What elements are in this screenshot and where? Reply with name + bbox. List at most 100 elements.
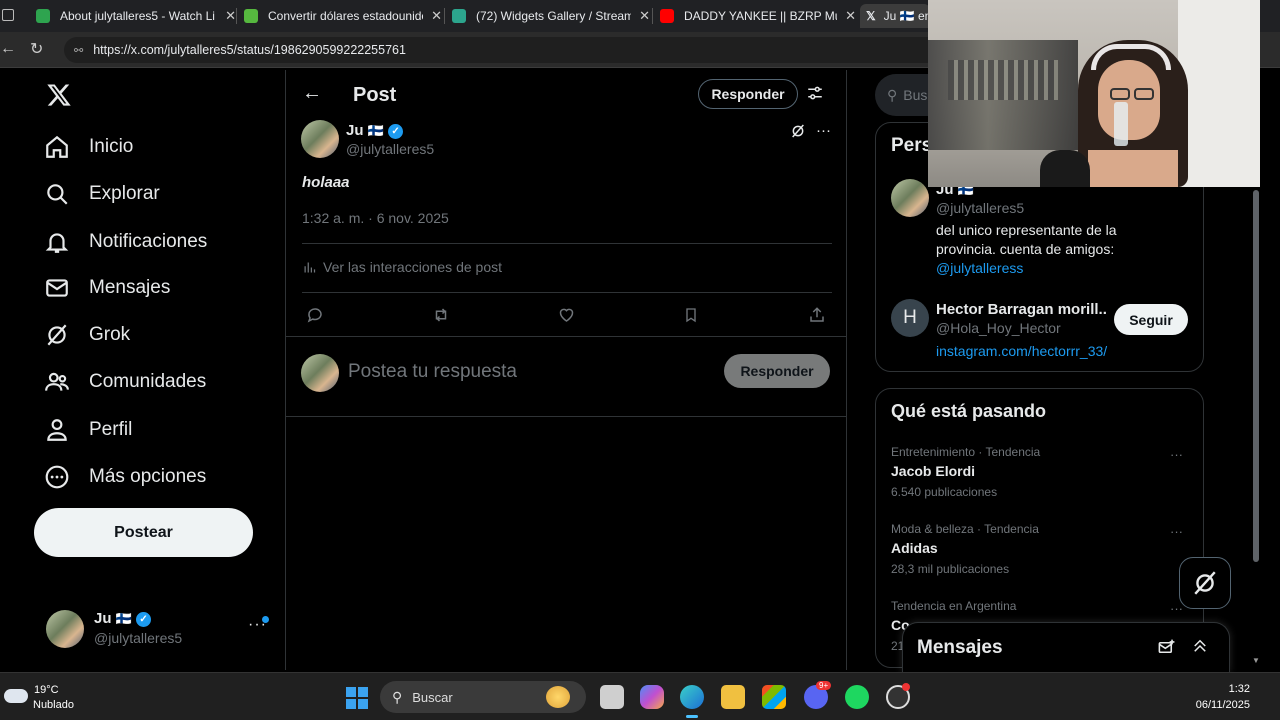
header-reply-button[interactable]: Responder [698, 79, 798, 109]
reload-icon[interactable]: ↻ [30, 39, 43, 59]
favicon-icon [452, 9, 466, 23]
nav-home[interactable]: Inicio [44, 127, 133, 167]
profile-handle[interactable]: @julytalleres5 [936, 200, 1024, 216]
browser-tab[interactable]: DADDY YANKEE || BZRP Music ✕ [660, 4, 856, 28]
author-name[interactable]: Ju [346, 122, 364, 139]
new-message-icon[interactable] [1157, 638, 1176, 662]
nav-profile[interactable]: Perfil [44, 410, 132, 450]
site-info-icon[interactable]: ⚯ [74, 44, 83, 57]
url-field[interactable]: ⚯ https://x.com/julytalleres5/status/198… [64, 37, 944, 63]
author-avatar[interactable] [301, 120, 339, 158]
reply-submit-button[interactable]: Responder [724, 354, 830, 388]
nav-label: Inicio [89, 136, 134, 157]
reply-input[interactable]: Postea tu respuesta [348, 361, 708, 383]
store-icon[interactable] [762, 685, 786, 709]
trend-topic: Adidas [891, 540, 938, 556]
more-icon[interactable]: ··· [816, 122, 831, 139]
discord-badge: 9+ [816, 681, 832, 690]
url-text: https://x.com/julytalleres5/status/19862… [93, 43, 406, 57]
scrollbar-thumb[interactable] [1253, 190, 1259, 562]
page-title: Post [353, 84, 397, 106]
nav-grok[interactable]: Grok [44, 315, 130, 355]
close-icon[interactable]: ✕ [431, 8, 442, 24]
suggestion-avatar[interactable]: H [891, 299, 929, 337]
close-icon[interactable]: ✕ [845, 8, 856, 24]
more-icon[interactable]: ··· [1170, 524, 1183, 539]
trend-count: 6.540 publicaciones [891, 485, 998, 499]
nav-label: Grok [89, 324, 131, 345]
tab-title: About julytalleres5 - Watch Li [60, 9, 215, 23]
post-button[interactable]: Postear [34, 508, 253, 557]
cloud-icon [4, 689, 28, 703]
back-icon[interactable]: ← [0, 40, 16, 58]
post-text: holaaa [302, 174, 350, 191]
back-arrow-icon[interactable]: ← [302, 82, 322, 105]
analytics-icon [304, 262, 316, 272]
bell-icon [45, 233, 69, 253]
messages-drawer[interactable]: Mensajes [902, 622, 1230, 672]
search-icon [47, 184, 68, 205]
nav-communities[interactable]: Comunidades [44, 362, 206, 402]
suggestion-name[interactable]: Hector Barragan morill... [936, 301, 1106, 318]
favicon-icon [244, 9, 258, 23]
suggestion-link[interactable]: instagram.com/hectorrr_33/ [936, 343, 1107, 359]
expand-icon[interactable] [1191, 637, 1209, 660]
more-icon[interactable]: ··· [1170, 447, 1183, 462]
spotify-icon[interactable] [845, 685, 869, 709]
nav-explore[interactable]: Explorar [44, 174, 160, 214]
taskbar-date[interactable]: 06/11/2025 [1180, 699, 1250, 711]
taskbar-search[interactable]: ⚲ Buscar [380, 681, 586, 713]
youtube-icon [660, 9, 674, 23]
nav-messages[interactable]: Mensajes [44, 268, 170, 308]
close-icon[interactable]: ✕ [639, 8, 650, 24]
reply-icon[interactable] [306, 306, 324, 329]
scrollbar-down-arrow[interactable]: ▼ [1252, 656, 1260, 665]
nav-more[interactable]: Más opciones [44, 457, 206, 497]
taskbar-time[interactable]: 1:32 [1210, 683, 1250, 695]
notification-dot [262, 616, 269, 623]
share-icon[interactable] [808, 306, 826, 329]
trend-count: 28,3 mil publicaciones [891, 562, 1010, 576]
avatar[interactable] [891, 179, 929, 217]
account-switcher[interactable]: Ju 🇫🇮 ✓ @julytalleres5 ··· [44, 608, 274, 652]
weather-widget[interactable]: 19°C Nublado [4, 681, 94, 713]
suggestion-handle[interactable]: @Hola_Hoy_Hector [936, 320, 1061, 336]
like-icon[interactable] [557, 306, 576, 329]
nav-label: Perfil [89, 419, 133, 440]
post-timestamp[interactable]: 1:32 a. m. · 6 nov. 2025 [302, 210, 449, 226]
nav-label: Más opciones [89, 466, 207, 487]
profile-bio-link[interactable]: @julytalleress [936, 260, 1023, 276]
windows-taskbar: 19°C Nublado ⚲ Buscar 9+ 1:32 06/11/2025 [0, 672, 1280, 720]
analytics-link[interactable]: Ver las interacciones de post [302, 259, 502, 275]
browser-tab[interactable]: About julytalleres5 - Watch Li ✕ [36, 4, 236, 28]
settings-sliders-icon[interactable] [806, 84, 824, 107]
author-handle[interactable]: @julytalleres5 [346, 141, 434, 157]
edge-icon[interactable] [680, 685, 704, 709]
home-icon [46, 135, 68, 158]
nav-notifications[interactable]: Notificaciones [44, 222, 207, 262]
tab-title: (72) Widgets Gallery / Streaml [476, 9, 632, 23]
task-view-icon[interactable] [600, 685, 624, 709]
copilot-icon[interactable] [640, 685, 664, 709]
tab-title: DADDY YANKEE || BZRP Music [684, 9, 837, 23]
file-explorer-icon[interactable] [721, 685, 745, 709]
browser-tab[interactable]: Convertir dólares estadounide ✕ [244, 4, 442, 28]
bookmark-icon[interactable] [683, 306, 699, 329]
tab-actions-icon[interactable] [2, 9, 14, 21]
tab-title: Ju 🇫🇮 en [883, 9, 930, 23]
profile-bio: del unico representante de la provincia.… [936, 222, 1117, 257]
repost-icon[interactable] [431, 306, 451, 329]
grok-floating-button[interactable] [1179, 557, 1231, 609]
weather-desc: Nublado [33, 699, 74, 711]
follow-button[interactable]: Seguir [1114, 304, 1188, 335]
close-icon[interactable]: ✕ [225, 8, 236, 24]
person-icon [47, 419, 67, 441]
left-navigation: Inicio Explorar Notificaciones Mensajes … [0, 70, 285, 670]
grok-icon[interactable] [790, 123, 806, 144]
trend-item[interactable]: Moda & belleza · Tendencia Adidas 28,3 m… [876, 520, 1203, 586]
browser-tab-active[interactable]: 𝕏 Ju 🇫🇮 en [860, 4, 930, 28]
windows-start-icon[interactable] [346, 687, 368, 709]
x-logo-icon[interactable] [46, 82, 72, 113]
trend-item[interactable]: Entretenimiento · Tendencia Jacob Elordi… [876, 443, 1203, 509]
browser-tab[interactable]: (72) Widgets Gallery / Streaml ✕ [452, 4, 650, 28]
